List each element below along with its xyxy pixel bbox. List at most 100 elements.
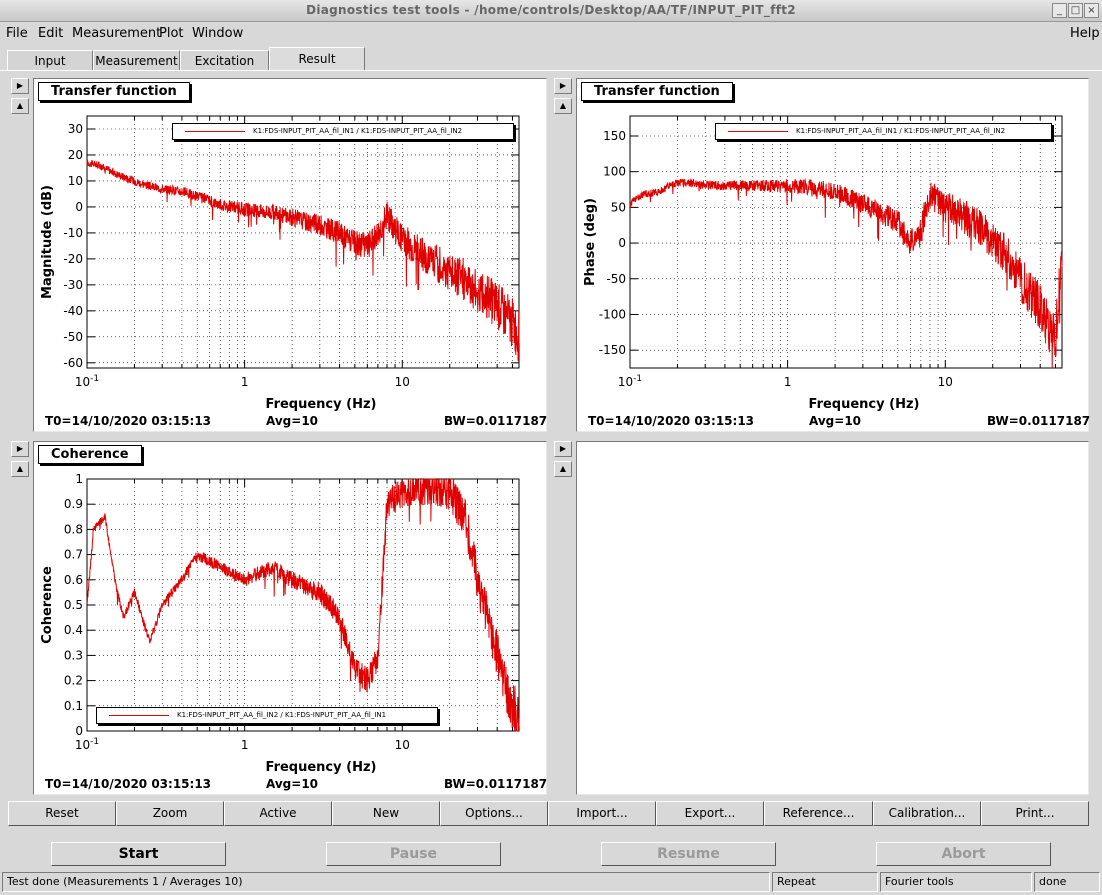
y-tick-label: -40 <box>63 304 83 318</box>
legend-label: K1:FDS-INPUT_PIT_AA_fil_IN2 / K1:FDS-INP… <box>177 711 387 719</box>
coherence-chart: 1 0.9 0.8 0.7 0.6 0.5 0.4 0.3 0.2 0.1 010-1 1 10 Freq… <box>40 472 520 775</box>
legend-label: K1:FDS-INPUT_PIT_AA_fil_IN1 / K1:FDS-INP… <box>253 127 463 135</box>
x-tick-label: 1 <box>241 738 249 752</box>
pad-right-arrow-icon[interactable]: ▶ <box>11 78 29 94</box>
legend-line-swatch <box>185 131 245 132</box>
export-button[interactable]: Export... <box>656 801 764 826</box>
tab-measurement[interactable]: Measurement <box>93 50 180 71</box>
y-tick-label: 0.2 <box>64 674 83 688</box>
menu-window[interactable]: Window <box>192 26 243 41</box>
pad-right-arrow-icon[interactable]: ▶ <box>11 441 29 457</box>
zoom-button[interactable]: Zoom <box>116 801 224 826</box>
y-tick-label: 30 <box>68 122 83 136</box>
pad-up-arrow-icon[interactable]: ▲ <box>554 98 572 114</box>
x-tick-label: 10-1 <box>75 737 99 752</box>
coherence-plot-panel[interactable]: 1 0.9 0.8 0.7 0.6 0.5 0.4 0.3 0.2 0.1 0 10-1 1 10 Freq… <box>33 441 547 795</box>
x-axis-label: Frequency (Hz) <box>809 397 920 412</box>
menu-help[interactable]: Help <box>1070 26 1100 41</box>
tab-divider <box>0 70 1102 71</box>
x-tick-label: 10 <box>938 375 953 389</box>
abort-button[interactable]: Abort <box>876 842 1051 866</box>
resume-button[interactable]: Resume <box>601 842 776 866</box>
bw-label: BW=0.0117187 <box>444 777 548 791</box>
pad-right-arrow-icon[interactable]: ▶ <box>554 441 572 457</box>
reset-button[interactable]: Reset <box>8 801 116 826</box>
y-axis-label: Phase (deg) <box>583 198 598 286</box>
tab-result[interactable]: Result <box>269 47 365 71</box>
x-tick-label: 10-1 <box>75 374 99 389</box>
x-axis-label: Frequency (Hz) <box>266 760 377 775</box>
y-tick-label: 100 <box>603 165 626 179</box>
y-tick-label: 0 <box>75 724 83 738</box>
y-tick-label: 0.8 <box>64 522 83 536</box>
print-button[interactable]: Print... <box>981 801 1089 826</box>
y-tick-label: -100 <box>599 307 626 321</box>
pad-up-arrow-icon[interactable]: ▲ <box>11 461 29 477</box>
y-tick-label: 0.4 <box>64 623 83 637</box>
plot-button-row: Reset Zoom Active New Options... Import.… <box>8 801 1089 826</box>
y-tick-label: -50 <box>606 272 626 286</box>
panel-title: Transfer function <box>38 82 190 101</box>
new-button[interactable]: New <box>332 801 440 826</box>
phase-plot-panel[interactable]: 150 100 50 0 -50 -100 -150 10-1 1 10 Frequency (Hz… <box>576 78 1091 432</box>
menu-edit[interactable]: Edit <box>38 26 63 41</box>
status-state: done <box>1034 872 1100 892</box>
plot-area <box>86 115 520 369</box>
y-axis-label: Coherence <box>40 566 55 644</box>
bw-label: BW=0.0117187 <box>987 414 1091 428</box>
empty-plot-panel[interactable] <box>576 441 1089 795</box>
y-tick-label: -50 <box>63 330 83 344</box>
pause-button[interactable]: Pause <box>326 842 501 866</box>
t0-label: T0=14/10/2020 03:15:13 <box>45 414 212 428</box>
pad-up-arrow-icon[interactable]: ▲ <box>11 98 29 114</box>
title-bar: Diagnostics test tools - /home/controls/… <box>0 0 1102 22</box>
avg-label: Avg=10 <box>809 414 862 428</box>
y-tick-label: 150 <box>603 129 626 143</box>
window-title: Diagnostics test tools - /home/controls/… <box>306 3 796 17</box>
tab-excitation[interactable]: Excitation <box>180 50 269 71</box>
x-axis-label: Frequency (Hz) <box>266 397 377 412</box>
x-tick-label: 1 <box>241 375 249 389</box>
y-tick-label: 0.3 <box>64 648 83 662</box>
bw-label: BW=0.0117187 <box>444 414 548 428</box>
maximize-button[interactable]: □ <box>1068 3 1083 18</box>
y-tick-label: 0.7 <box>64 548 83 562</box>
x-tick-label: 10 <box>395 375 410 389</box>
t0-label: T0=14/10/2020 03:15:13 <box>45 777 212 791</box>
legend-label: K1:FDS-INPUT_PIT_AA_fil_IN1 / K1:FDS-INP… <box>796 127 1006 135</box>
menu-plot[interactable]: Plot <box>159 26 184 41</box>
y-tick-label: -150 <box>599 343 626 357</box>
y-tick-label: -10 <box>63 226 83 240</box>
menu-measurement[interactable]: Measurement <box>72 26 161 41</box>
active-button[interactable]: Active <box>224 801 332 826</box>
avg-label: Avg=10 <box>266 414 319 428</box>
start-button[interactable]: Start <box>51 842 226 866</box>
options-button[interactable]: Options... <box>440 801 548 826</box>
pad-up-arrow-icon[interactable]: ▲ <box>554 461 572 477</box>
import-button[interactable]: Import... <box>548 801 656 826</box>
chart-legend: K1:FDS-INPUT_PIT_AA_fil_IN1 / K1:FDS-INP… <box>172 123 514 140</box>
menu-file[interactable]: File <box>6 26 28 41</box>
x-tick-label: 10 <box>395 738 410 752</box>
status-tool: Fourier tools <box>880 872 1032 892</box>
chart-legend: K1:FDS-INPUT_PIT_AA_fil_IN2 / K1:FDS-INP… <box>96 707 438 724</box>
tab-bar: Input Measurement Excitation Result <box>0 47 1102 71</box>
legend-line-swatch <box>109 715 169 716</box>
calibration-button[interactable]: Calibration... <box>873 801 981 826</box>
y-axis-label: Magnitude (dB) <box>40 185 55 299</box>
close-button[interactable]: × <box>1084 3 1099 18</box>
y-tick-label: -20 <box>63 252 83 266</box>
y-tick-label: 0 <box>75 200 83 214</box>
magnitude-plot-panel[interactable]: 30 20 10 0 -10 -20 -30 -40 -50 -60 10-1 1 10 Frequenc… <box>33 78 547 432</box>
tab-input[interactable]: Input <box>7 50 93 71</box>
y-tick-label: 20 <box>68 148 83 162</box>
chart-legend: K1:FDS-INPUT_PIT_AA_fil_IN1 / K1:FDS-INP… <box>715 123 1052 140</box>
pad-right-arrow-icon[interactable]: ▶ <box>554 78 572 94</box>
reference-button[interactable]: Reference... <box>764 801 873 826</box>
panel-title: Transfer function <box>581 82 733 101</box>
y-tick-label: 10 <box>68 174 83 188</box>
y-tick-label: 1 <box>75 472 83 486</box>
avg-label: Avg=10 <box>266 777 319 791</box>
legend-line-swatch <box>728 131 788 132</box>
minimize-button[interactable]: _ <box>1052 3 1067 18</box>
